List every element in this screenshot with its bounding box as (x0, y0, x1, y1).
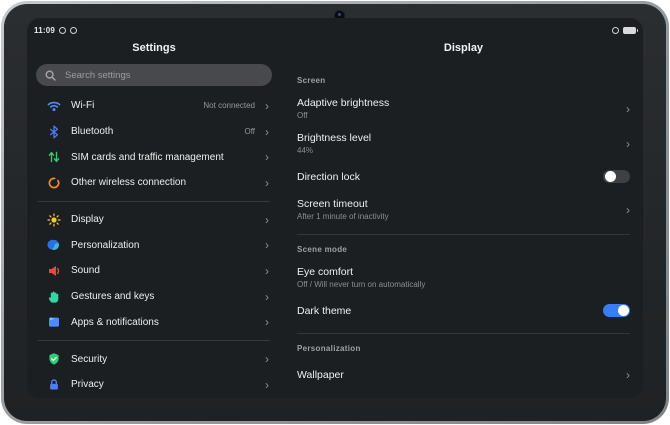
search-bar[interactable] (36, 64, 272, 86)
sidebar-item-value: Off (244, 127, 255, 136)
sidebar-item-label: Bluetooth (71, 126, 234, 137)
sidebar-title: Settings (36, 42, 272, 55)
sidebar-item-label: Security (71, 354, 245, 365)
row-subtitle: Off (297, 111, 389, 120)
search-icon (45, 70, 56, 81)
bluetooth-icon (47, 125, 61, 139)
chevron-right-icon (265, 215, 269, 225)
status-right (612, 27, 636, 34)
sidebar-item-label: Privacy (71, 379, 245, 390)
section-divider (297, 234, 630, 235)
section-rows: Wallpaper Hide notification icons from S… (297, 359, 630, 398)
row-hide-notification-icons[interactable]: Hide notification icons from Status Bar (297, 390, 630, 398)
chevron-right-icon (265, 266, 269, 276)
page: 11:09 Settings (0, 0, 670, 425)
chevron-right-icon (265, 317, 269, 327)
section-rows: Eye comfort Off / Will never turn on aut… (297, 260, 630, 326)
lock-icon (47, 378, 61, 392)
search-input[interactable] (63, 69, 263, 82)
section-label-scene-mode: Scene mode (297, 245, 630, 254)
chevron-right-icon (265, 292, 269, 302)
row-title: Wallpaper (297, 369, 344, 381)
wireless-circle-icon (47, 176, 61, 190)
sidebar-item-wifi[interactable]: Wi-Fi Not connected (36, 93, 272, 119)
section-label-screen: Screen (297, 76, 630, 85)
chevron-right-icon (265, 354, 269, 364)
sidebar-item-personalization[interactable]: Personalization (36, 232, 272, 258)
sidebar-item-value: Not connected (203, 101, 255, 110)
row-subtitle: Off / Will never turn on automatically (297, 280, 425, 289)
row-screen-timeout[interactable]: Screen timeout After 1 minute of inactiv… (297, 192, 630, 227)
sidebar-item-label: SIM cards and traffic management (71, 152, 245, 163)
shield-icon (47, 352, 61, 366)
sidebar-item-label: Personalization (71, 240, 245, 251)
sidebar-item-other-wireless[interactable]: Other wireless connection (36, 170, 272, 196)
direction-lock-toggle[interactable] (603, 170, 630, 184)
page-title: Display (297, 42, 630, 55)
speaker-icon (47, 264, 61, 278)
sun-icon (47, 213, 61, 227)
clock-time: 11:09 (34, 26, 55, 35)
display-settings-panel: Display Screen Adaptive brightness Off B… (281, 38, 643, 398)
chevron-right-icon (626, 370, 630, 380)
row-adaptive-brightness[interactable]: Adaptive brightness Off (297, 91, 630, 126)
chevron-right-icon (265, 380, 269, 390)
row-eye-comfort[interactable]: Eye comfort Off / Will never turn on aut… (297, 260, 630, 295)
row-wallpaper[interactable]: Wallpaper (297, 359, 630, 390)
row-direction-lock[interactable]: Direction lock (297, 161, 630, 192)
chevron-right-icon (265, 178, 269, 188)
section-rows: Adaptive brightness Off Brightness level… (297, 91, 630, 227)
sidebar-divider (38, 340, 270, 341)
chevron-right-icon (265, 127, 269, 137)
wifi-icon (47, 99, 61, 113)
screen-record-icon (612, 27, 619, 34)
chevron-right-icon (626, 104, 630, 114)
sidebar-item-security[interactable]: Security (36, 346, 272, 372)
section-divider (297, 333, 630, 334)
row-title: Direction lock (297, 171, 360, 183)
battery-icon (623, 27, 636, 34)
row-dark-theme[interactable]: Dark theme (297, 295, 630, 326)
chevron-right-icon (626, 205, 630, 215)
sidebar-item-label: Other wireless connection (71, 177, 245, 188)
row-title: Adaptive brightness (297, 97, 389, 109)
row-title: Screen timeout (297, 198, 389, 210)
palette-icon (47, 238, 61, 252)
sidebar-item-display[interactable]: Display (36, 207, 272, 233)
traffic-arrows-icon (47, 150, 61, 164)
chevron-right-icon (265, 101, 269, 111)
row-subtitle: After 1 minute of inactivity (297, 212, 389, 221)
row-brightness-level[interactable]: Brightness level 44% (297, 126, 630, 161)
sidebar-item-label: Wi-Fi (71, 100, 193, 111)
row-title: Brightness level (297, 132, 371, 144)
hand-icon (47, 290, 61, 304)
sidebar-item-label: Apps & notifications (71, 317, 245, 328)
gear-icon (70, 27, 77, 34)
chevron-right-icon (626, 139, 630, 149)
row-title: Eye comfort (297, 266, 425, 278)
tablet-screen: 11:09 Settings (27, 18, 643, 398)
sidebar-item-privacy[interactable]: Privacy (36, 372, 272, 398)
status-left: 11:09 (34, 26, 77, 35)
sidebar-divider (38, 201, 270, 202)
sidebar-item-label: Display (71, 214, 245, 225)
row-subtitle: 44% (297, 146, 371, 155)
apps-icon (47, 315, 61, 329)
settings-sidebar: Settings Wi-Fi Not connected (27, 38, 281, 398)
section-label-personalization: Personalization (297, 344, 630, 353)
sidebar-item-apps[interactable]: Apps & notifications (36, 310, 272, 336)
sidebar-item-sound[interactable]: Sound (36, 258, 272, 284)
dark-theme-toggle[interactable] (603, 304, 630, 318)
chevron-right-icon (265, 240, 269, 250)
sidebar-item-bluetooth[interactable]: Bluetooth Off (36, 119, 272, 145)
sidebar-item-sim-cards[interactable]: SIM cards and traffic management (36, 144, 272, 170)
sidebar-item-gestures[interactable]: Gestures and keys (36, 284, 272, 310)
status-bar: 11:09 (34, 22, 636, 38)
chevron-right-icon (265, 152, 269, 162)
sidebar-list: Wi-Fi Not connected Bluetooth Off (36, 93, 272, 398)
sidebar-item-label: Sound (71, 265, 245, 276)
sidebar-item-label: Gestures and keys (71, 291, 245, 302)
alarm-icon (59, 27, 66, 34)
row-title: Dark theme (297, 305, 351, 317)
